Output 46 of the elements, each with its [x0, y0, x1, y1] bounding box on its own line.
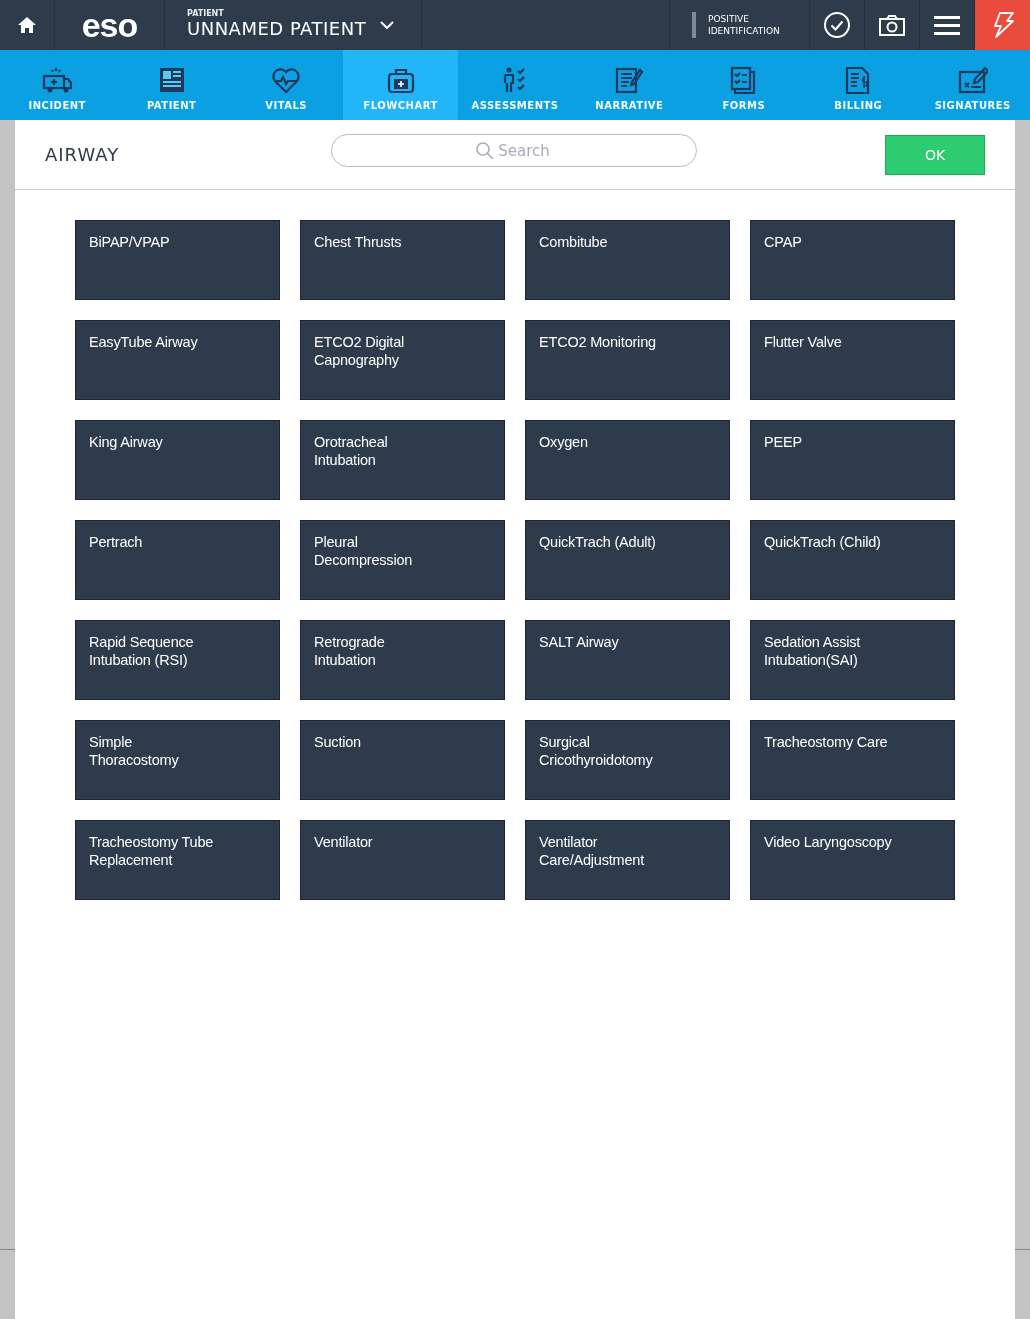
procedure-tile[interactable]: ETCO2 Digital Capnography: [300, 320, 505, 400]
procedure-tile[interactable]: BiPAP/VPAP: [75, 220, 280, 300]
procedure-tile[interactable]: King Airway: [75, 420, 280, 500]
positive-identification-label[interactable]: POSITIVE IDENTIFICATION: [708, 13, 788, 37]
procedure-tile[interactable]: Video Laryngoscopy: [750, 820, 955, 900]
procedure-tile[interactable]: SALT Airway: [525, 620, 730, 700]
procedure-tile[interactable]: Pleural Decompression: [300, 520, 505, 600]
procedure-tile[interactable]: Ventilator Care/Adjustment: [525, 820, 730, 900]
procedure-tile[interactable]: ETCO2 Monitoring: [525, 320, 730, 400]
procedure-tile[interactable]: Sedation Assist Intubation(SAI): [750, 620, 955, 700]
medical-bag-icon[interactable]: [385, 66, 416, 94]
patient-label: PATIENT: [187, 10, 225, 19]
home-icon[interactable]: [17, 16, 37, 34]
signature-pen-icon[interactable]: [957, 66, 988, 94]
procedure-tile[interactable]: Pertrach: [75, 520, 280, 600]
procedure-tile[interactable]: Combitube: [525, 220, 730, 300]
status-bar-indicator: [692, 12, 696, 38]
procedure-tile[interactable]: Ventilator: [300, 820, 505, 900]
procedure-tile[interactable]: PEEP: [750, 420, 955, 500]
document-pen-icon[interactable]: [614, 66, 645, 94]
procedure-tile[interactable]: EasyTube Airway: [75, 320, 280, 400]
procedure-tile[interactable]: QuickTrach (Child): [750, 520, 955, 600]
procedure-tile[interactable]: Surgical Cricothyroidotomy: [525, 720, 730, 800]
search-field[interactable]: Search: [331, 134, 697, 167]
procedure-tile[interactable]: Chest Thrusts: [300, 220, 505, 300]
procedure-tile[interactable]: Tracheostomy Tube Replacement: [75, 820, 280, 900]
panel-title: AIRWAY: [45, 144, 121, 165]
camera-icon[interactable]: [879, 14, 905, 36]
procedure-tile[interactable]: Tracheostomy Care: [750, 720, 955, 800]
procedure-tile[interactable]: CPAP: [750, 220, 955, 300]
procedure-tile[interactable]: QuickTrach (Adult): [525, 520, 730, 600]
procedure-tile[interactable]: Flutter Valve: [750, 320, 955, 400]
menu-icon[interactable]: [934, 14, 960, 36]
chevron-down-icon[interactable]: [380, 21, 395, 29]
procedure-tile[interactable]: Simple Thoracostomy: [75, 720, 280, 800]
procedure-tile[interactable]: Oxygen: [525, 420, 730, 500]
procedure-tile[interactable]: Rapid Sequence Intubation (RSI): [75, 620, 280, 700]
check-circle-icon[interactable]: [824, 12, 850, 38]
procedure-tile[interactable]: Retrograde Intubation: [300, 620, 505, 700]
procedure-tile[interactable]: Suction: [300, 720, 505, 800]
ambulance-icon[interactable]: [42, 66, 73, 94]
procedure-tile[interactable]: Orotracheal Intubation: [300, 420, 505, 500]
heartbeat-icon[interactable]: [271, 66, 302, 94]
search-icon: [476, 142, 494, 160]
logo: eso: [81, 8, 138, 42]
patient-name[interactable]: UNNAMED PATIENT: [187, 18, 367, 40]
